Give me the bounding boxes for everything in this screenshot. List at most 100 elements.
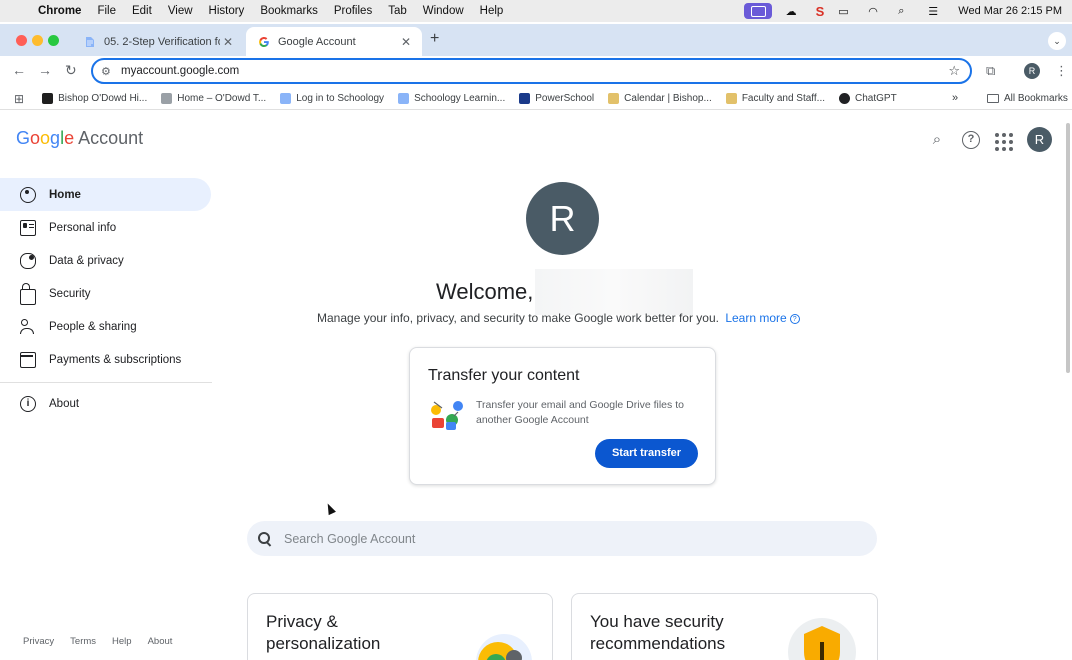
zoom-window-button[interactable]	[48, 35, 59, 46]
search-google-account[interactable]: Search Google Account	[247, 521, 877, 556]
more-bookmarks-chevron-icon[interactable]: »	[952, 92, 958, 104]
minimize-window-button[interactable]	[32, 35, 43, 46]
sidebar-item-data-privacy[interactable]: Data & privacy	[0, 244, 212, 277]
mouse-cursor-icon	[324, 501, 336, 516]
wifi-icon[interactable]: ◠	[868, 5, 884, 18]
sidebar-item-about[interactable]: i About	[0, 387, 212, 420]
tab-google-account[interactable]: Google Account ✕	[246, 27, 422, 56]
sidebar-item-security[interactable]: Security	[0, 277, 212, 310]
privacy-personalization-card[interactable]: Privacy & personalization	[247, 593, 553, 660]
apps-grid-icon[interactable]: ⊞	[14, 92, 24, 106]
redacted-name	[535, 269, 694, 315]
google-apps-icon[interactable]	[994, 131, 1013, 151]
sidebar-item-payments[interactable]: Payments & subscriptions	[0, 343, 212, 376]
profile-avatar[interactable]: R	[1024, 63, 1040, 79]
help-icon[interactable]: ?	[962, 131, 980, 149]
tab-strip: 05. 2-Step Verification for Go ✕ Google …	[0, 24, 1072, 56]
battery-icon[interactable]: ▭	[838, 5, 854, 18]
bookmark-item[interactable]: Home – O'Dowd T...	[161, 93, 266, 104]
bookmark-favicon-icon	[161, 93, 173, 104]
tab-search-chevron-icon[interactable]: ⌄	[1048, 32, 1066, 50]
sidebar-item-label: Data & privacy	[49, 254, 124, 267]
menubar-clock[interactable]: Wed Mar 26 2:15 PM	[958, 5, 1062, 17]
sidebar-nav: Home Personal info Data & privacy Securi…	[0, 178, 212, 420]
close-tab-icon[interactable]: ✕	[220, 35, 236, 49]
control-center-icon[interactable]: ☰	[928, 5, 944, 18]
menu-app-name[interactable]: Chrome	[38, 5, 81, 17]
help-circle-icon[interactable]: ?	[789, 314, 800, 324]
menu-history[interactable]: History	[209, 5, 245, 17]
bookmark-label: Schoology Learnin...	[414, 93, 506, 104]
app-s-icon[interactable]: S	[816, 4, 825, 19]
toggle-icon	[20, 252, 36, 269]
welcome-text: Welcome,	[436, 279, 534, 304]
bookmarks-bar: ⊞ Bishop O'Dowd Hi... Home – O'Dowd T...…	[0, 88, 1072, 110]
search-icon[interactable]: ⌕	[928, 131, 946, 149]
page-scrollbar[interactable]	[1066, 123, 1070, 373]
tab-2-step-verification[interactable]: 05. 2-Step Verification for Go ✕	[72, 27, 244, 56]
site-settings-icon[interactable]: ⚙	[101, 65, 115, 78]
menu-view[interactable]: View	[168, 5, 193, 17]
sidebar-item-label: People & sharing	[49, 320, 137, 333]
start-transfer-button[interactable]: Start transfer	[595, 439, 698, 468]
new-tab-plus-icon[interactable]: +	[430, 30, 439, 48]
profile-picture[interactable]: R	[526, 182, 599, 255]
menu-profiles[interactable]: Profiles	[334, 5, 372, 17]
menu-edit[interactable]: Edit	[132, 5, 152, 17]
footer-about-link[interactable]: About	[148, 636, 173, 647]
extensions-puzzle-icon[interactable]: ⧉	[986, 63, 995, 79]
all-bookmarks-button[interactable]: All Bookmarks	[987, 93, 1068, 104]
bookmark-item[interactable]: Faculty and Staff...	[725, 93, 825, 104]
sidebar-item-home[interactable]: Home	[0, 178, 211, 211]
menu-window[interactable]: Window	[423, 5, 464, 17]
close-tab-icon[interactable]: ✕	[398, 35, 414, 49]
sidebar-item-people-sharing[interactable]: People & sharing	[0, 310, 212, 343]
bookmark-item[interactable]: PowerSchool	[519, 93, 594, 104]
learn-more-link[interactable]: Learn more	[725, 311, 786, 325]
search-placeholder[interactable]: Search Google Account	[284, 532, 415, 546]
account-avatar[interactable]: R	[1027, 127, 1052, 152]
address-bar[interactable]: ⚙ myaccount.google.com ☆	[91, 58, 972, 84]
bookmark-favicon-icon	[725, 93, 737, 104]
url-text[interactable]: myaccount.google.com	[121, 65, 239, 77]
bookmark-item[interactable]: ChatGPT	[839, 93, 897, 104]
info-icon: i	[20, 395, 36, 412]
bookmark-label: PowerSchool	[535, 93, 595, 104]
sidebar-divider	[0, 382, 212, 383]
bookmark-item[interactable]: Log in to Schoology	[280, 93, 384, 104]
menu-bookmarks[interactable]: Bookmarks	[260, 5, 318, 17]
card-title: You have security recommendations	[590, 612, 726, 653]
bookmark-item[interactable]: Bishop O'Dowd Hi...	[42, 93, 147, 104]
bookmark-star-icon[interactable]: ☆	[948, 63, 960, 79]
footer-privacy-link[interactable]: Privacy	[23, 636, 54, 647]
sidebar-item-personal-info[interactable]: Personal info	[0, 211, 212, 244]
back-arrow-icon[interactable]: ←	[12, 62, 26, 78]
security-recommendations-card[interactable]: You have security recommendations	[571, 593, 878, 660]
card-title: Privacy & personalization	[266, 612, 381, 653]
reload-icon[interactable]: ↻	[65, 62, 77, 79]
menu-file[interactable]: File	[97, 5, 116, 17]
lock-icon	[20, 282, 36, 305]
cloud-sync-icon[interactable]: ☁	[786, 5, 802, 18]
bookmark-item[interactable]: Schoology Learnin...	[398, 93, 505, 104]
bookmark-label: ChatGPT	[855, 93, 897, 104]
menu-help[interactable]: Help	[480, 5, 504, 17]
screen-share-icon[interactable]	[743, 3, 772, 19]
chrome-menu-icon[interactable]: ⋮	[1055, 63, 1068, 79]
forward-arrow-icon[interactable]: →	[38, 62, 52, 78]
menu-tab[interactable]: Tab	[388, 5, 407, 17]
spotlight-search-icon[interactable]: ⌕	[898, 5, 914, 17]
bookmark-item[interactable]: Calendar | Bishop...	[608, 93, 712, 104]
sidebar-item-label: Personal info	[49, 221, 117, 234]
sidebar-item-label: Security	[49, 287, 91, 300]
warning-shield-icon	[788, 618, 856, 660]
footer-help-link[interactable]: Help	[112, 636, 132, 647]
bookmark-favicon-icon	[280, 93, 292, 104]
footer-terms-link[interactable]: Terms	[70, 636, 96, 647]
bookmark-favicon-icon	[42, 93, 54, 104]
google-account-logo[interactable]: Google Account	[16, 128, 143, 149]
bookmark-label: Log in to Schoology	[296, 93, 385, 104]
search-icon	[258, 531, 272, 546]
google-account-page: Google Account ⌕ ? R Home Personal info D…	[0, 111, 1072, 660]
close-window-button[interactable]	[16, 35, 27, 46]
